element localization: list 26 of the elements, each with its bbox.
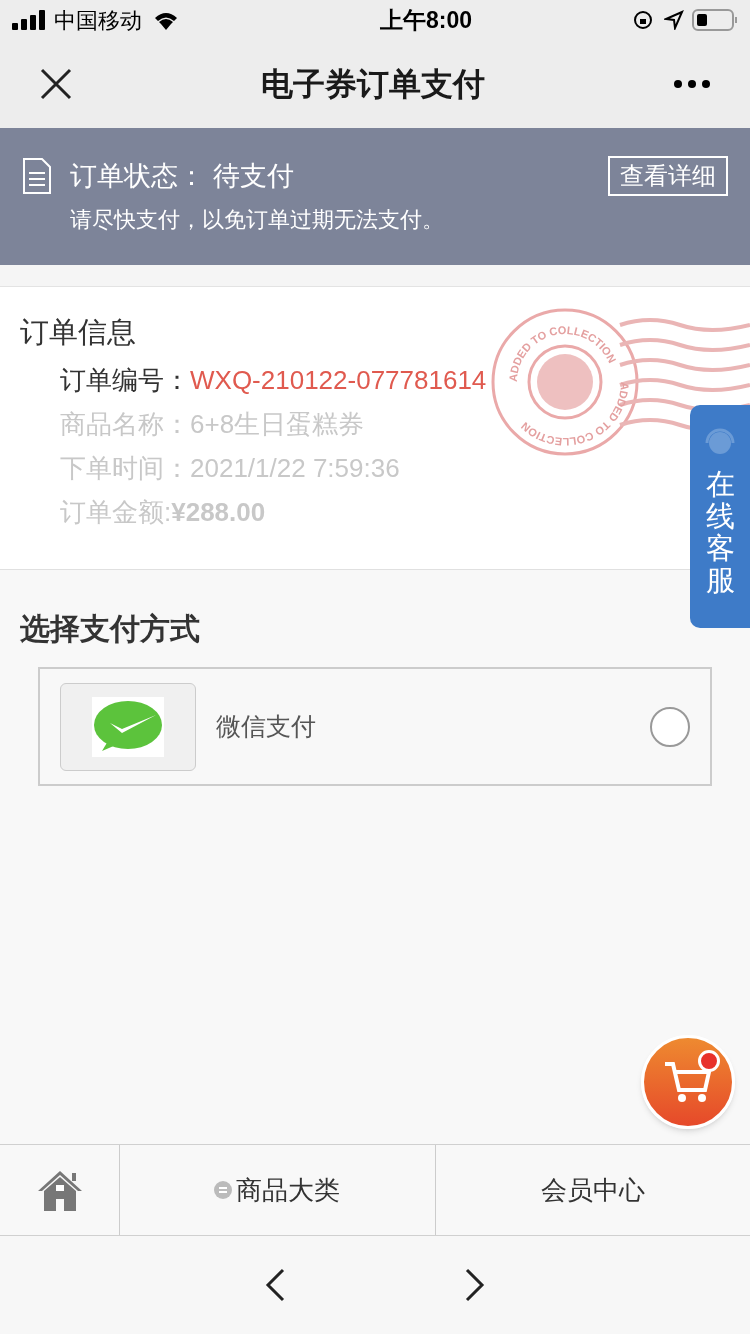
banner-message: 请尽快支付，以免订单过期无法支付。 <box>70 205 445 234</box>
carrier: 中国移动 <box>54 6 142 35</box>
radio-button[interactable] <box>650 706 690 747</box>
customer-service-tab[interactable]: 在线客服 <box>690 405 750 628</box>
order-field: 订单编号：WXQ-210122-077781614 <box>60 363 487 397</box>
close-button[interactable] <box>38 66 74 102</box>
location-icon <box>664 10 684 30</box>
payment-label: 微信支付 <box>216 710 316 742</box>
nav-tab[interactable]: 商品大类 <box>120 1145 436 1235</box>
signal-icon <box>12 10 46 30</box>
payment-option[interactable]: 微信支付 <box>38 667 712 786</box>
details-button[interactable]: 查看详细 <box>608 156 728 197</box>
nav-tab[interactable]: 会员中心 <box>435 1145 750 1235</box>
order-status: 订单状态： 待支付 <box>70 160 294 193</box>
document-icon <box>22 157 52 196</box>
rotation-lock-icon <box>632 9 654 31</box>
forward-icon <box>465 1268 485 1302</box>
clock: 上午8:00 <box>378 5 472 35</box>
more-icon <box>673 79 711 89</box>
section-title: 订单信息 <box>20 315 136 350</box>
back-icon <box>265 1268 285 1302</box>
menu-icon <box>214 1181 233 1199</box>
section-title: 选择支付方式 <box>20 611 201 647</box>
cart-icon <box>663 1060 713 1104</box>
page-title: 电子券订单支付 <box>261 65 485 104</box>
battery-icon <box>692 8 738 32</box>
